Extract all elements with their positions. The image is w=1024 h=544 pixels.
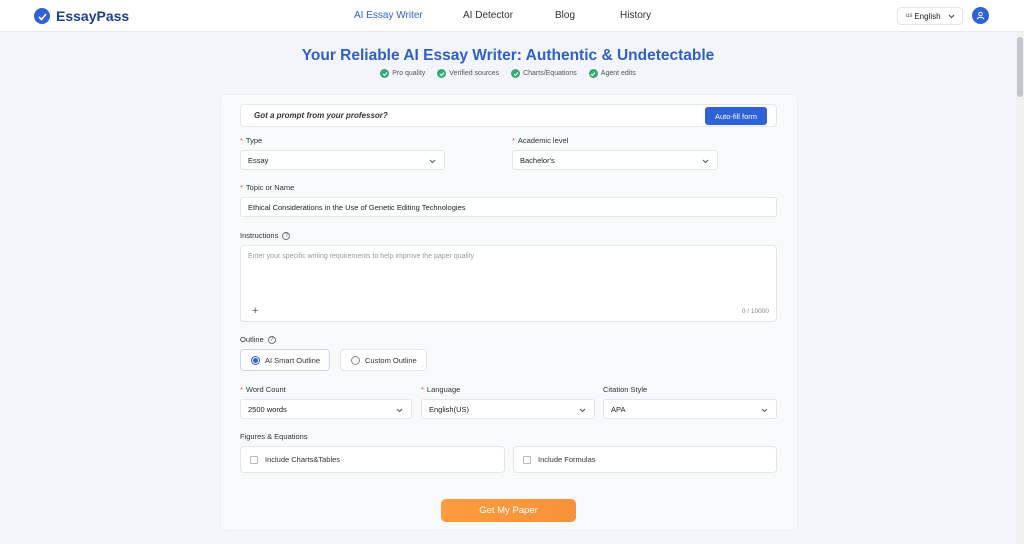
language-label: English [914, 11, 941, 21]
chevron-down-icon [396, 406, 403, 415]
autofill-button[interactable]: Auto-fill form [705, 107, 767, 125]
academic-level-select[interactable]: Bachelor's [512, 150, 718, 170]
page-scrollbar[interactable] [1016, 32, 1024, 544]
feature-item: Charts/Equations [511, 69, 577, 78]
outline-option-label: Custom Outline [365, 355, 417, 365]
academic-level-label: * Academic level [512, 136, 568, 145]
required-mark: * [240, 385, 243, 394]
brand-logo[interactable]: EssayPass [34, 8, 129, 24]
type-select[interactable]: Essay [240, 150, 445, 170]
prompt-autofill-bar: Got a prompt from your professor? Auto-f… [240, 104, 777, 127]
prompt-question: Got a prompt from your professor? [254, 111, 388, 120]
chevron-down-icon [948, 12, 955, 21]
topic-label: * Topic or Name [240, 183, 294, 192]
instructions-label-text: Instructions [240, 231, 279, 240]
type-label-text: Type [245, 136, 263, 145]
type-label: * Type [240, 136, 262, 145]
help-circle-icon[interactable]: ? [267, 335, 276, 344]
feature-label: Agent edits [600, 70, 636, 77]
instructions-textarea[interactable]: Enter your specific writing requirements… [240, 245, 777, 322]
chevron-down-icon [579, 406, 586, 415]
nav-blog[interactable]: Blog [555, 10, 575, 21]
word-count-label: * Word Count [240, 385, 286, 394]
topic-input[interactable]: Ethical Considerations in the Use of Gen… [240, 197, 777, 217]
outline-label-text: Outline [240, 335, 264, 344]
instructions-placeholder: Enter your specific writing requirements… [248, 253, 475, 260]
checkbox-label: Include Charts&Tables [265, 455, 341, 464]
check-circle-icon [511, 69, 521, 78]
required-mark: * [240, 136, 243, 145]
character-count: 0 / 10000 [741, 308, 769, 315]
feature-item: Verified sources [437, 69, 499, 78]
checkbox-label: Include Formulas [538, 455, 596, 464]
user-icon [976, 7, 985, 25]
language-select[interactable]: English(US) [421, 399, 595, 419]
user-avatar-button[interactable] [972, 7, 989, 24]
outline-label: Outline ? [240, 335, 276, 344]
checkbox-icon [250, 455, 258, 464]
citation-style-label: Citation Style [603, 385, 647, 394]
checkbox-icon [523, 455, 531, 464]
nav-ai-detector[interactable]: AI Detector [463, 10, 513, 21]
required-mark: * [240, 183, 243, 192]
language-label-text: Language [426, 385, 461, 394]
help-circle-icon[interactable]: ? [282, 231, 291, 240]
outline-option-label: AI Smart Outline [265, 355, 321, 365]
feature-list: Pro quality Verified sources Charts/Equa… [0, 69, 1016, 78]
figures-equations-label-text: Figures & Equations [240, 432, 308, 441]
feature-label: Charts/Equations [523, 70, 577, 77]
feature-item: Pro quality [380, 69, 425, 78]
word-count-select[interactable]: 2500 words [240, 399, 412, 419]
topic-value: Ethical Considerations in the Use of Gen… [248, 202, 466, 212]
figures-equations-label: Figures & Equations [240, 432, 308, 441]
get-my-paper-button[interactable]: Get My Paper [441, 499, 576, 522]
chevron-down-icon [429, 157, 436, 166]
word-count-value: 2500 words [248, 404, 287, 414]
page-title: Your Reliable AI Essay Writer: Authentic… [301, 47, 715, 64]
essaypass-logo-icon [34, 8, 50, 24]
feature-label: Pro quality [392, 70, 426, 77]
language-selector[interactable]: us English [897, 7, 963, 25]
academic-level-value: Bachelor's [520, 155, 555, 165]
radio-unselected-icon [351, 355, 360, 365]
check-circle-icon [588, 69, 598, 78]
feature-item: Agent edits [588, 69, 636, 78]
scrollbar-thumb[interactable] [1017, 37, 1023, 97]
citation-style-value: APA [611, 404, 626, 414]
radio-selected-icon [251, 355, 260, 365]
citation-style-label-text: Citation Style [603, 385, 648, 394]
instructions-label: Instructions ? [240, 231, 291, 240]
required-mark: * [421, 385, 424, 394]
language-label: * Language [421, 385, 460, 394]
include-formulas-checkbox[interactable]: Include Formulas [513, 446, 777, 473]
academic-level-label-text: Academic level [517, 136, 569, 145]
chevron-down-icon [761, 406, 768, 415]
word-count-label-text: Word Count [245, 385, 286, 394]
top-navbar: EssayPass AI Essay Writer AI Detector Bl… [0, 0, 1024, 32]
citation-style-select[interactable]: APA [603, 399, 777, 419]
language-value: English(US) [429, 404, 470, 414]
nav-ai-essay-writer[interactable]: AI Essay Writer [354, 10, 423, 21]
flag-label: us [906, 13, 913, 19]
chevron-down-icon [702, 157, 709, 166]
outline-option-custom[interactable]: Custom Outline [340, 349, 427, 371]
type-value: Essay [248, 155, 269, 165]
check-circle-icon [437, 69, 447, 78]
check-circle-icon [380, 69, 390, 78]
feature-label: Verified sources [449, 70, 500, 77]
add-attachment-icon[interactable]: + [252, 305, 258, 317]
nav-history[interactable]: History [620, 10, 651, 21]
required-mark: * [512, 136, 515, 145]
include-charts-tables-checkbox[interactable]: Include Charts&Tables [240, 446, 505, 473]
brand-name: EssayPass [56, 8, 130, 24]
outline-option-ai-smart[interactable]: AI Smart Outline [240, 349, 330, 371]
topic-label-text: Topic or Name [245, 183, 295, 192]
